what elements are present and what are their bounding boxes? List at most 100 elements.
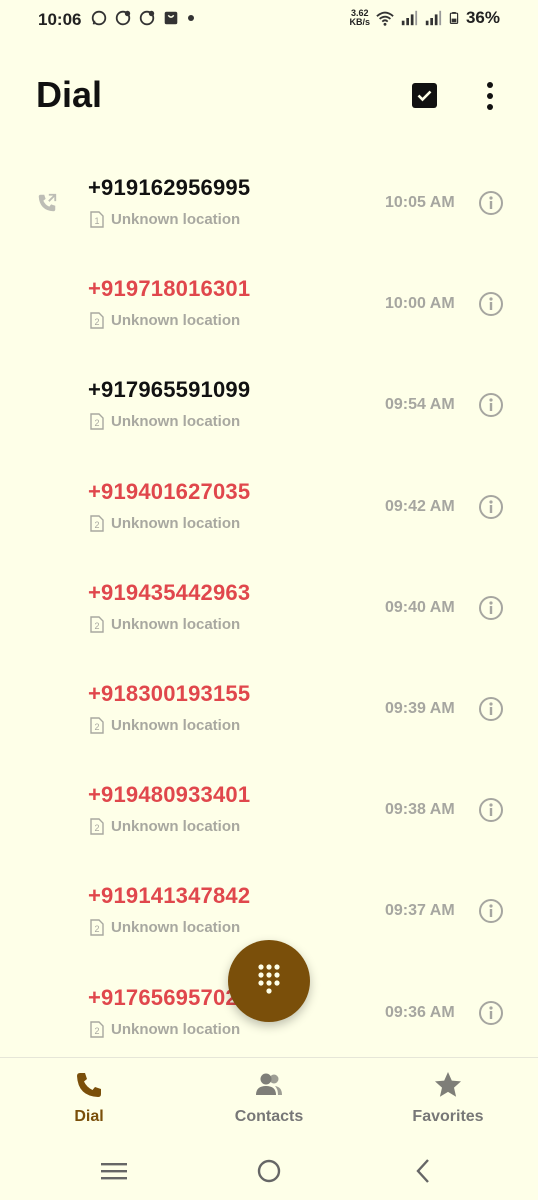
call-time: 10:00 AM <box>385 295 455 313</box>
status-time: 10:06 <box>38 10 82 29</box>
network-speed: 3.62 KB/s <box>349 8 370 27</box>
svg-text:2: 2 <box>94 1026 99 1036</box>
location-text: Unknown location <box>111 615 241 633</box>
call-time: 09:42 AM <box>385 497 455 515</box>
select-button[interactable] <box>412 83 437 108</box>
info-icon[interactable] <box>478 291 504 317</box>
info-icon[interactable] <box>478 494 504 520</box>
location-text: Unknown location <box>111 514 241 532</box>
call-time: 09:54 AM <box>385 396 455 414</box>
phone-number: +919718016301 <box>88 276 251 302</box>
wifi-icon <box>376 11 394 26</box>
call-time: 09:38 AM <box>385 801 455 819</box>
notification-icons <box>90 9 194 27</box>
svg-text:2: 2 <box>94 823 99 833</box>
location-text: Unknown location <box>111 1020 241 1038</box>
phone-icon <box>77 1073 101 1097</box>
status-bar: 10:06 3.62 KB/s 36% <box>0 0 538 40</box>
app-header: Dial <box>0 60 538 132</box>
svg-text:1: 1 <box>94 216 99 226</box>
phone-number: +919480933401 <box>88 782 251 808</box>
call-log-item[interactable]: +919162956995 1 Unknown location 10:05 A… <box>0 150 538 251</box>
call-log-item[interactable]: +919401627035 2 Unknown location 09:42 A… <box>0 454 538 555</box>
sim-card-icon: 2 <box>90 1020 104 1038</box>
nav-favorites[interactable]: Favorites <box>378 1070 518 1126</box>
checkbox-checked-icon <box>417 90 432 102</box>
more-notifications-icon <box>188 15 194 21</box>
whatsapp-business-icon <box>139 10 155 26</box>
info-icon[interactable] <box>478 1000 504 1026</box>
location-text: Unknown location <box>111 413 241 431</box>
call-log-item[interactable]: +919718016301 2 Unknown location 10:00 A… <box>0 251 538 352</box>
dialpad-button[interactable] <box>228 940 310 1022</box>
more-vertical-icon <box>487 82 493 110</box>
svg-text:2: 2 <box>94 722 99 732</box>
call-log-item[interactable]: +919435442963 2 Unknown location 09:40 A… <box>0 555 538 656</box>
call-location: 2 Unknown location <box>90 919 240 936</box>
battery-percentage: 36% <box>465 8 500 27</box>
nav-contacts-label: Contacts <box>234 1108 304 1125</box>
outgoing-call-icon <box>38 193 57 212</box>
contacts-icon <box>256 1073 282 1095</box>
sim-card-icon: 2 <box>90 514 104 532</box>
sim-card-icon: 2 <box>90 919 104 937</box>
call-time: 09:37 AM <box>385 902 455 920</box>
sim-card-icon: 2 <box>90 616 104 633</box>
info-icon[interactable] <box>478 696 504 722</box>
phone-number: +919435442963 <box>88 579 251 605</box>
nav-dial-label: Dial <box>74 1108 104 1125</box>
sim-card-icon: 2 <box>90 413 104 431</box>
call-log-item[interactable]: +917965591099 2 Unknown location 09:54 A… <box>0 352 538 453</box>
bottom-navigation: Dial Contacts Favorites <box>0 1057 538 1143</box>
call-location: 2 Unknown location <box>90 616 240 633</box>
location-text: Unknown location <box>111 312 241 330</box>
phone-number: +919141347842 <box>88 883 251 909</box>
call-location: 2 Unknown location <box>90 515 240 532</box>
call-log-item[interactable]: +919480933401 2 Unknown location 09:38 A… <box>0 757 538 858</box>
whatsapp-business-icon <box>115 10 131 26</box>
svg-text:2: 2 <box>94 520 99 530</box>
location-text: Unknown location <box>111 716 241 734</box>
more-options-button[interactable] <box>476 80 504 112</box>
svg-text:2: 2 <box>94 418 99 428</box>
call-time: 09:36 AM <box>385 1003 455 1021</box>
page-title: Dial <box>36 74 103 115</box>
call-time: 09:40 AM <box>385 598 455 616</box>
phone-number: +919401627035 <box>88 478 251 504</box>
call-location: 2 Unknown location <box>90 818 240 835</box>
home-icon[interactable] <box>254 1156 284 1186</box>
whatsapp-icon <box>91 10 107 26</box>
call-time: 10:05 AM <box>385 194 455 211</box>
call-time: 09:39 AM <box>385 699 455 717</box>
recent-apps-icon[interactable] <box>99 1156 129 1186</box>
signal-icon <box>425 10 442 26</box>
call-location: 2 Unknown location <box>90 312 240 329</box>
svg-text:2: 2 <box>94 924 99 934</box>
location-text: Unknown location <box>111 211 241 228</box>
shopping-bag-icon <box>164 11 178 25</box>
call-log-item[interactable]: +918300193155 2 Unknown location 09:39 A… <box>0 656 538 757</box>
system-navigation-bar <box>0 1142 538 1200</box>
nav-contacts[interactable]: Contacts <box>199 1070 339 1126</box>
info-icon[interactable] <box>478 392 504 418</box>
battery-icon <box>449 12 459 24</box>
dialpad-icon <box>258 964 280 994</box>
location-text: Unknown location <box>111 919 241 937</box>
location-text: Unknown location <box>111 818 241 836</box>
nav-dial[interactable]: Dial <box>19 1070 159 1126</box>
system-status-icons: 3.62 KB/s 36% <box>349 8 500 28</box>
sim-card-icon: 2 <box>90 312 104 329</box>
info-icon[interactable] <box>478 190 504 216</box>
phone-number: +918300193155 <box>88 680 251 706</box>
star-icon <box>435 1072 461 1097</box>
back-icon[interactable] <box>409 1156 439 1186</box>
info-icon[interactable] <box>478 797 504 823</box>
call-location: 2 Unknown location <box>90 1021 240 1038</box>
info-icon[interactable] <box>478 595 504 621</box>
call-log-list: +919162956995 1 Unknown location 10:05 A… <box>0 150 538 1061</box>
phone-number: +91765695702 <box>88 984 238 1010</box>
info-icon[interactable] <box>478 898 504 924</box>
svg-text:2: 2 <box>94 317 99 327</box>
svg-text:2: 2 <box>94 621 99 631</box>
sim-card-icon: 2 <box>90 717 104 734</box>
